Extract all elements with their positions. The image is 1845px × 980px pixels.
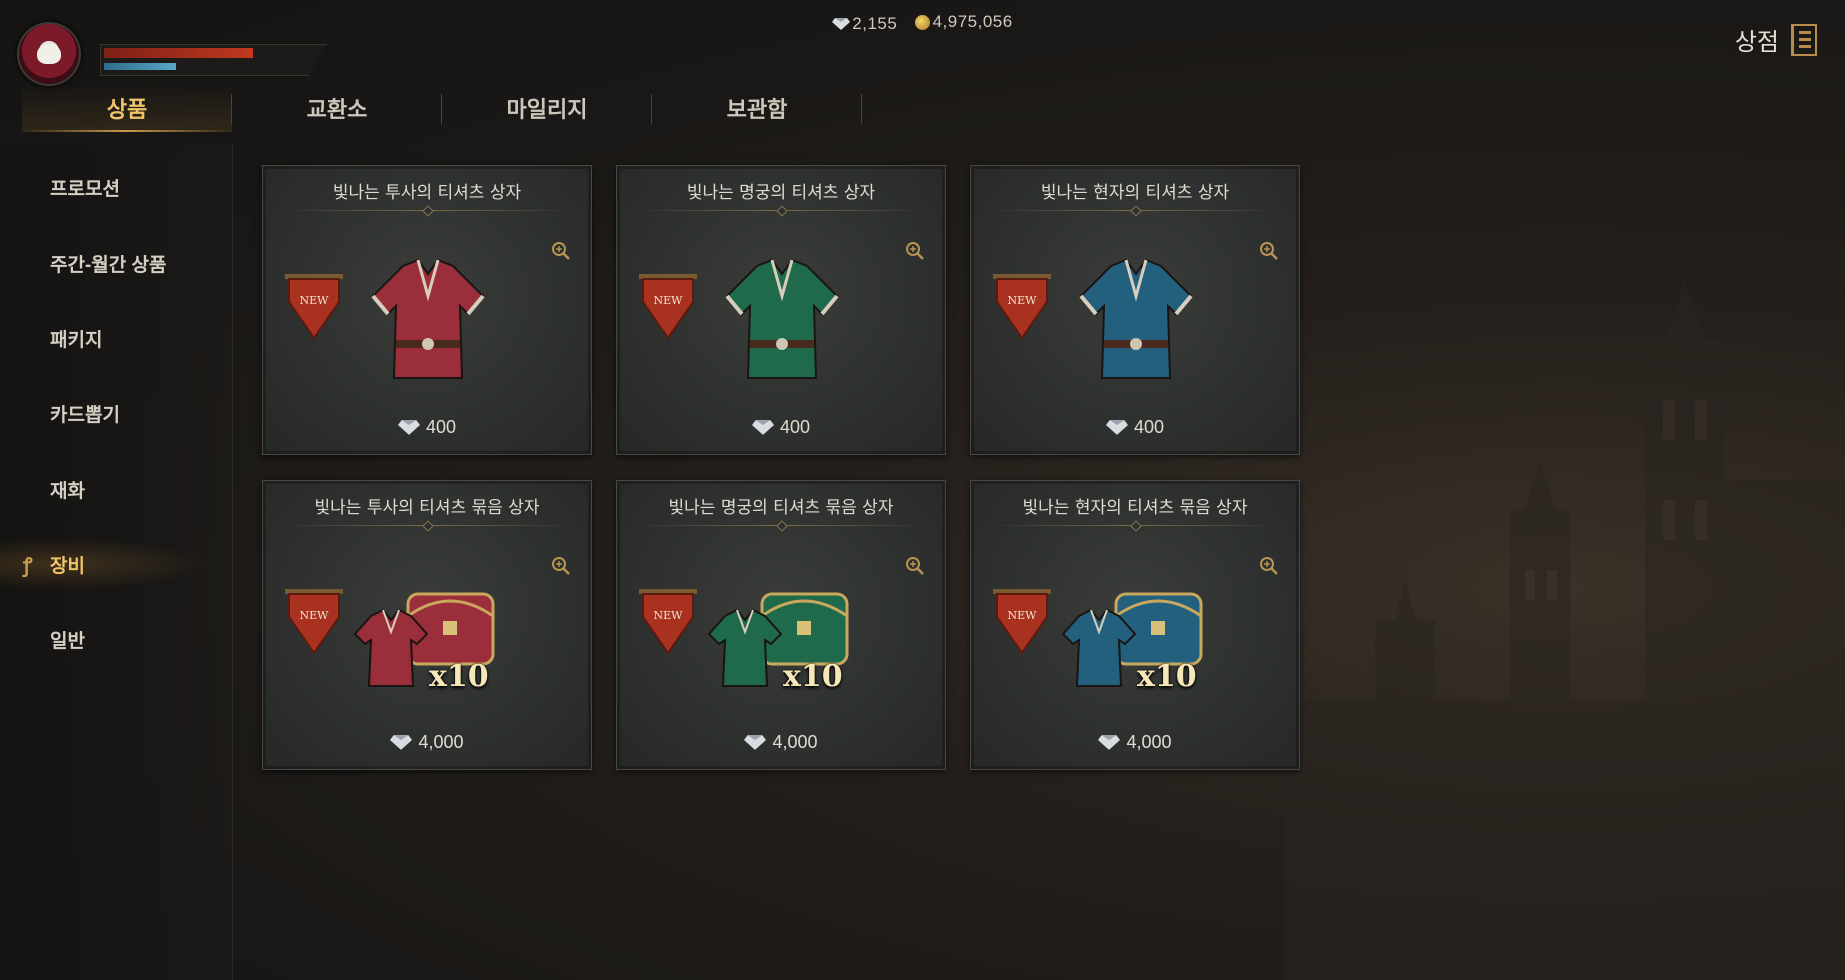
- sidebar-item-promotion[interactable]: 프로모션: [0, 157, 232, 217]
- product-price: 4,000: [971, 732, 1299, 753]
- selected-marker-icon: ꝭ: [23, 554, 33, 577]
- price-value: 4,000: [1126, 732, 1172, 752]
- shop-title: 상점: [1734, 29, 1779, 56]
- product-price: 4,000: [263, 732, 591, 753]
- title-divider: [281, 525, 573, 526]
- title-divider: [281, 210, 573, 211]
- new-badge: NEW: [1007, 294, 1037, 307]
- new-banner-icon: [993, 274, 1051, 340]
- tab-storage[interactable]: 보관함: [652, 84, 862, 132]
- new-badge: NEW: [653, 294, 683, 307]
- sidebar-item-general[interactable]: 일반: [0, 609, 232, 669]
- shop-menu-icon[interactable]: [1791, 23, 1817, 56]
- new-banner-icon: [639, 589, 697, 655]
- product-price: 400: [263, 417, 591, 438]
- title-divider: [635, 525, 927, 526]
- product-title: 빛나는 명궁의 티셔츠 묶음 상자: [668, 498, 894, 518]
- gold-currency: 4,975,056: [914, 12, 1013, 32]
- gem-icon: [1105, 420, 1128, 435]
- gold-amount: 4,975,056: [932, 12, 1013, 31]
- product-price: 400: [971, 417, 1299, 438]
- sidebar-item-label: 프로모션: [50, 178, 120, 200]
- price-value: 400: [425, 417, 457, 437]
- sidebar-item-equipment[interactable]: ꝭ 장비: [0, 534, 232, 594]
- new-banner-icon: [285, 274, 343, 340]
- price-value: 400: [1133, 417, 1165, 437]
- new-badge: NEW: [299, 609, 329, 622]
- hp-bar: [104, 48, 254, 58]
- bundle-quantity: x10: [1137, 659, 1197, 694]
- zoom-icon[interactable]: [905, 241, 925, 261]
- sidebar-item-label: 재화: [50, 480, 85, 502]
- gem-icon: [744, 735, 767, 750]
- price-value: 400: [779, 417, 811, 437]
- gem-icon: [832, 17, 851, 30]
- tab-exchange[interactable]: 교환소: [232, 84, 442, 132]
- new-banner-icon: [639, 274, 697, 340]
- mp-bar: [104, 63, 176, 70]
- shop-header: 상점: [1735, 22, 1817, 57]
- product-title: 빛나는 투사의 티셔츠 묶음 상자: [314, 498, 540, 518]
- castle-background: [1285, 280, 1845, 980]
- shirt-art: [722, 256, 842, 386]
- title-divider: [989, 525, 1281, 526]
- new-banner-icon: [285, 589, 343, 655]
- product-title: 빛나는 투사의 티셔츠 상자: [332, 183, 522, 203]
- new-banner-icon: [993, 589, 1051, 655]
- product-title: 빛나는 명궁의 티셔츠 상자: [686, 183, 876, 203]
- sidebar-item-label: 패키지: [50, 329, 103, 351]
- sidebar-item-currency[interactable]: 재화: [0, 459, 232, 519]
- bundle-quantity: x10: [429, 659, 489, 694]
- zoom-icon[interactable]: [1259, 556, 1279, 576]
- shop-tabs: 상품 교환소 마일리지 보관함: [22, 84, 862, 132]
- sidebar-item-label: 주간-월간 상품: [50, 254, 167, 276]
- gem-currency: 2,155: [832, 14, 897, 34]
- new-badge: NEW: [653, 609, 683, 622]
- sidebar-item-label: 카드뽑기: [50, 404, 120, 426]
- currency-bar: 2,155 4,975,056: [0, 12, 1845, 35]
- gem-amount: 2,155: [852, 13, 898, 33]
- price-value: 4,000: [772, 732, 818, 752]
- zoom-icon[interactable]: [551, 241, 571, 261]
- product-title: 빛나는 현자의 티셔츠 상자: [1040, 183, 1230, 203]
- product-title: 빛나는 현자의 티셔츠 묶음 상자: [1022, 498, 1248, 518]
- new-badge: NEW: [1007, 609, 1037, 622]
- sidebar-item-package[interactable]: 패키지: [0, 308, 232, 368]
- product-price: 4,000: [617, 732, 945, 753]
- title-divider: [635, 210, 927, 211]
- top-bar: 2,155 4,975,056 상점 상품 교환소 마일리지 보관함: [0, 0, 1845, 135]
- zoom-icon[interactable]: [551, 556, 571, 576]
- gem-icon: [751, 420, 774, 435]
- shirt-art: [1076, 256, 1196, 386]
- gold-coin-icon: [914, 14, 930, 30]
- gem-icon: [390, 735, 413, 750]
- title-divider: [989, 210, 1281, 211]
- tab-products[interactable]: 상품: [22, 84, 232, 132]
- shirt-image: [371, 258, 485, 379]
- sidebar-item-card-draw[interactable]: 카드뽑기: [0, 383, 232, 443]
- sidebar-item-weekly-monthly[interactable]: 주간-월간 상품: [0, 233, 232, 293]
- gem-icon: [397, 420, 420, 435]
- product-price: 400: [617, 417, 945, 438]
- sidebar-item-label: 장비: [50, 555, 85, 577]
- price-value: 4,000: [418, 732, 464, 752]
- product-card[interactable]: 빛나는 현자의 티셔츠 상자 NEW 400: [970, 165, 1300, 455]
- tab-mileage[interactable]: 마일리지: [442, 84, 652, 132]
- product-card[interactable]: 빛나는 현자의 티셔츠 묶음 상자 NEW x10 4,000: [970, 480, 1300, 770]
- product-card[interactable]: 빛나는 명궁의 티셔츠 묶음 상자 NEW x10 4,000: [616, 480, 946, 770]
- shirt-image: [725, 258, 839, 379]
- product-card[interactable]: 빛나는 투사의 티셔츠 상자 NEW 400: [262, 165, 592, 455]
- gem-icon: [1098, 735, 1121, 750]
- new-badge: NEW: [299, 294, 329, 307]
- zoom-icon[interactable]: [905, 556, 925, 576]
- shirt-image: [1079, 258, 1193, 379]
- category-sidebar: 프로모션 주간-월간 상품 패키지 카드뽑기 재화 ꝭ 장비 일반: [0, 145, 233, 980]
- product-card[interactable]: 빛나는 투사의 티셔츠 묶음 상자 NEW x10 4,000: [262, 480, 592, 770]
- product-card[interactable]: 빛나는 명궁의 티셔츠 상자 NEW 400: [616, 165, 946, 455]
- zoom-icon[interactable]: [1259, 241, 1279, 261]
- sidebar-item-label: 일반: [50, 630, 85, 652]
- bundle-quantity: x10: [783, 659, 843, 694]
- shirt-art: [368, 256, 488, 386]
